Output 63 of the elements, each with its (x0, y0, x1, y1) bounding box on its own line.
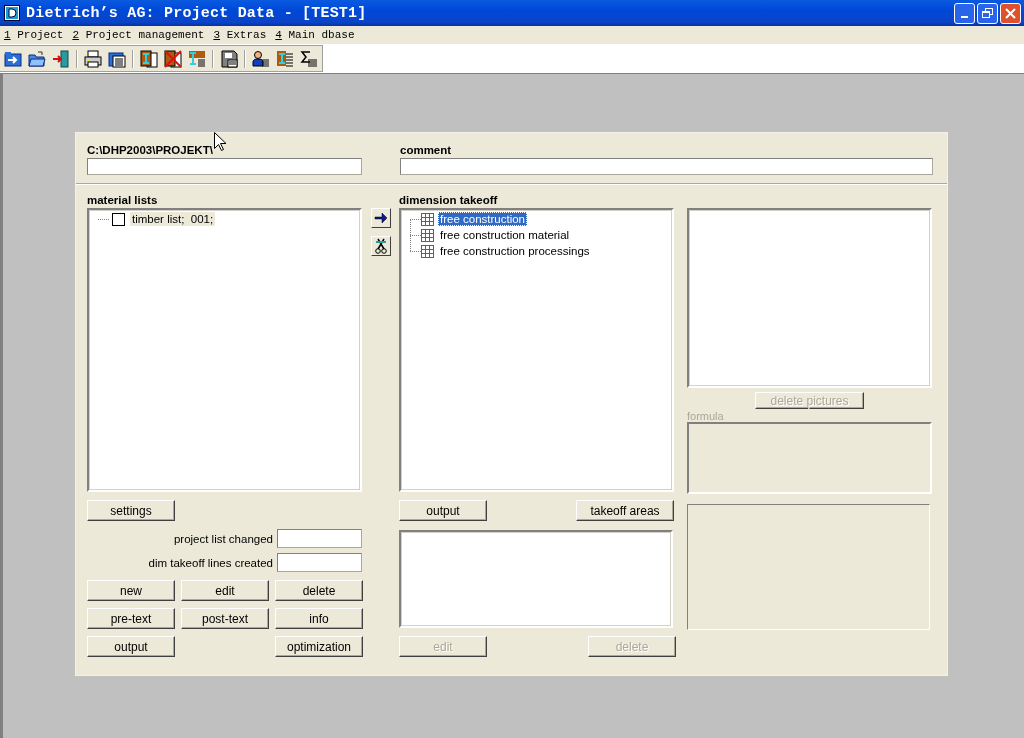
comment-label: comment (400, 143, 453, 158)
comment-field[interactable] (400, 158, 933, 175)
door-exit-icon (52, 49, 70, 68)
folder-document-icon (108, 49, 126, 68)
restore-button[interactable] (977, 2, 998, 24)
project-path-field[interactable] (87, 158, 362, 175)
close-button[interactable] (1000, 2, 1021, 24)
menu-item[interactable]: 3 Extras (213, 29, 267, 41)
cursor-icon (214, 132, 226, 151)
sum-list-icon (300, 49, 318, 68)
project-path-label: C:\DHP2003\PROJEKT\ (87, 143, 214, 158)
menu-item[interactable]: 1 Project (4, 29, 64, 41)
printer-icon (84, 49, 102, 68)
grid-icon (421, 228, 434, 242)
grid-icon (421, 244, 434, 258)
window-title: Dietrich’s AG: Project Data - [TEST1] (26, 4, 368, 22)
action-button[interactable]: info (275, 608, 363, 629)
action-button[interactable]: settings (87, 500, 175, 521)
cut-button[interactable] (371, 236, 391, 256)
folder-open-icon (28, 49, 46, 68)
beam-list-icon (276, 49, 294, 68)
close-icon (1005, 7, 1016, 19)
action-button[interactable]: optimization (275, 636, 363, 657)
grid-icon (421, 212, 434, 226)
list-item[interactable]: timber list; 001; (89, 211, 360, 227)
arrow-right-icon (374, 212, 388, 224)
tree-item[interactable]: free construction material (401, 227, 672, 243)
app-icon (4, 5, 20, 21)
disk-list-icon (220, 49, 238, 68)
action-button[interactable]: edit (181, 580, 269, 601)
minimize-button[interactable] (954, 2, 975, 24)
dimension-takeoff-label: dimension takeoff (399, 193, 499, 208)
formula-label: formula (687, 410, 725, 422)
beam-list-icon (188, 49, 206, 68)
person-list-icon (252, 49, 270, 68)
action-button[interactable]: output (399, 500, 487, 521)
beam-document-icon (140, 49, 158, 68)
toolbar-button[interactable] (162, 47, 184, 70)
transfer-button[interactable] (371, 208, 391, 228)
minimize-icon (961, 15, 968, 18)
tree-item[interactable]: free construction processings (401, 243, 672, 259)
material-lists-label: material lists (87, 193, 159, 208)
action-button[interactable]: delete (275, 580, 363, 601)
action-button[interactable]: pre-text (87, 608, 175, 629)
status-field[interactable] (277, 553, 362, 572)
folder-arrow-icon (4, 49, 22, 68)
tree-item[interactable]: free construction (401, 211, 672, 227)
toolbar-button[interactable] (82, 47, 104, 70)
toolbar-button[interactable] (218, 47, 240, 70)
field-label: dim takeoff lines created (148, 556, 273, 569)
beam-crossed-icon (164, 49, 182, 68)
checkbox[interactable] (112, 212, 125, 226)
menu-item[interactable]: 2 Project management (72, 29, 205, 41)
action-button[interactable]: new (87, 580, 175, 601)
restore-icon (982, 7, 993, 19)
scissors-icon (374, 238, 388, 254)
action-button[interactable]: output (87, 636, 175, 657)
action-button[interactable]: post-text (181, 608, 269, 629)
field-label: project list changed (173, 532, 273, 545)
toolbar-button[interactable] (138, 47, 160, 70)
menu-item[interactable]: 4 Main dbase (275, 29, 355, 41)
status-field[interactable] (277, 529, 362, 548)
action-button[interactable]: takeoff areas (576, 500, 674, 521)
